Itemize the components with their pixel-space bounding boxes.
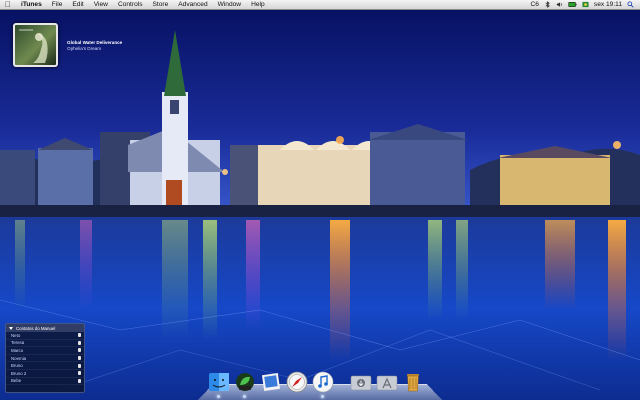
volume-icon[interactable] — [556, 1, 563, 8]
menu-help[interactable]: Help — [246, 0, 270, 10]
preview-icon[interactable] — [260, 371, 282, 393]
finder-icon[interactable] — [208, 371, 230, 398]
contact-name: Marco — [11, 347, 24, 353]
contact-row[interactable]: Marco — [6, 347, 84, 355]
contact-status-icon — [78, 378, 81, 383]
leaf-app-icon[interactable] — [234, 371, 256, 398]
menu-edit[interactable]: Edit — [67, 0, 88, 10]
contacts-header[interactable]: Contatos do Manuel — [6, 324, 84, 332]
contact-name: Noemia — [11, 355, 27, 361]
album-art-icon — [19, 29, 48, 63]
contact-status-icon — [78, 348, 81, 353]
menu-bar:  iTunes File Edit View Controls Store A… — [0, 0, 640, 10]
contact-name: Bruno — [11, 363, 23, 369]
track-artist: Ophelia's Dream — [67, 46, 102, 51]
contact-status-icon — [78, 371, 81, 376]
album-art[interactable] — [13, 23, 58, 67]
dock — [208, 367, 424, 398]
menu-advanced[interactable]: Advanced — [173, 0, 212, 10]
spotlight-icon[interactable] — [627, 1, 634, 8]
safari-compass-icon[interactable] — [286, 371, 308, 393]
contact-status-icon — [78, 340, 81, 345]
disclosure-triangle-icon[interactable] — [9, 326, 13, 330]
contact-name: Teresa — [11, 340, 25, 346]
contact-status-icon — [78, 333, 81, 338]
clock[interactable]: sex 19:11 — [594, 0, 622, 10]
menu-controls[interactable]: Controls — [113, 0, 148, 10]
menu-store[interactable]: Store — [148, 0, 174, 10]
bluetooth-icon[interactable] — [544, 1, 551, 8]
contact-name: Bruno 2 — [11, 370, 27, 376]
menu-window[interactable]: Window — [213, 0, 246, 10]
status-area: C6 sex 19:11 — [530, 0, 640, 10]
contacts-widget: Contatos do Manuel Neto Teresa Marco Noe… — [5, 323, 85, 393]
apple-menu-icon[interactable]:  — [0, 0, 16, 10]
running-indicator — [321, 395, 324, 398]
contact-row[interactable]: Bruno — [6, 362, 84, 370]
contact-row[interactable]: Bebe — [6, 378, 84, 386]
contacts-title: Contatos do Manuel — [16, 325, 56, 331]
running-indicator — [243, 395, 246, 398]
contact-name: Neto — [11, 332, 21, 338]
menu-file[interactable]: File — [47, 0, 68, 10]
applications-folder-icon[interactable] — [376, 371, 398, 393]
contact-status-icon — [78, 356, 81, 361]
contact-row[interactable]: Noemia — [6, 355, 84, 363]
battery-icon[interactable] — [568, 1, 577, 8]
itunes-icon[interactable] — [312, 371, 334, 398]
flag-icon[interactable] — [582, 1, 589, 8]
contact-row[interactable]: Neto — [6, 332, 84, 340]
contact-name: Bebe — [11, 378, 22, 384]
running-indicator — [217, 395, 220, 398]
trash-icon[interactable] — [402, 371, 424, 393]
contact-row[interactable]: Teresa — [6, 340, 84, 348]
now-playing-info: Global Water Deliverance Ophelia's Dream — [67, 40, 122, 52]
menu-app-name[interactable]: iTunes — [16, 0, 47, 10]
desktop-wallpaper — [0, 0, 640, 400]
downloads-folder-icon[interactable] — [350, 371, 372, 393]
status-number[interactable]: C6 — [530, 0, 538, 10]
menu-view[interactable]: View — [89, 0, 113, 10]
contact-status-icon — [78, 363, 81, 368]
contact-row[interactable]: Bruno 2 — [6, 370, 84, 378]
